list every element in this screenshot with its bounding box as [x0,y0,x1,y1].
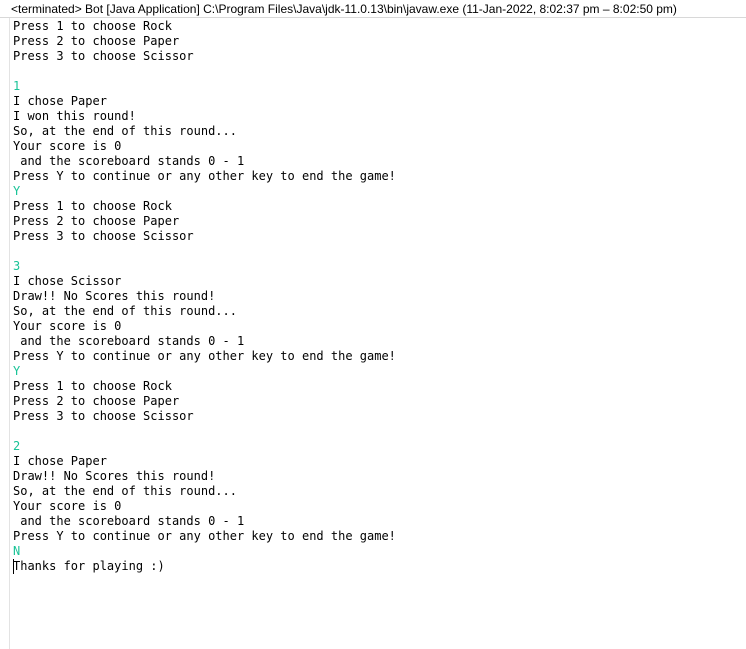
console-output[interactable]: Press 1 to choose Rock Press 2 to choose … [13,19,738,645]
console-output-line: I chose Paper [13,454,107,468]
console-output-line: Press 1 to choose Rock [13,199,172,213]
console-output-line: So, at the end of this round... [13,124,237,138]
console-output-line: Your score is 0 [13,139,122,153]
console-title: <terminated> Bot [Java Application] C:\P… [11,2,677,16]
console-output-line: Thanks for playing :) [13,559,165,573]
console-output-line: I chose Paper [13,94,107,108]
console-output-line: So, at the end of this round... [13,484,237,498]
console-output-line [13,64,738,79]
console-input-line: 1 [13,79,21,93]
console-output-line: Press 3 to choose Scissor [13,409,194,423]
console-gutter [0,18,10,649]
console-output-line: Draw!! No Scores this round! [13,289,216,303]
console-output-line: Press 1 to choose Rock [13,379,172,393]
console-input-line: N [13,544,21,558]
console-title-bar: <terminated> Bot [Java Application] C:\P… [0,0,746,18]
console-view: <terminated> Bot [Java Application] C:\P… [0,0,746,649]
console-output-line [13,424,738,439]
console-output-line: So, at the end of this round... [13,304,237,318]
console-output-line: Press 2 to choose Paper [13,214,180,228]
console-output-line: and the scoreboard stands 0 - 1 [13,154,245,168]
console-output-line: and the scoreboard stands 0 - 1 [13,334,245,348]
console-input-line: 2 [13,439,21,453]
console-output-line: Press Y to continue or any other key to … [13,529,396,543]
console-input-line: 3 [13,259,21,273]
console-input-line: Y [13,184,21,198]
console-output-line: Press 1 to choose Rock [13,19,172,33]
console-output-line [13,244,738,259]
console-output-line: I won this round! [13,109,136,123]
console-output-line: Press 2 to choose Paper [13,34,180,48]
console-output-line: Press Y to continue or any other key to … [13,349,396,363]
console-output-line: Press 2 to choose Paper [13,394,180,408]
console-output-line: Press 3 to choose Scissor [13,49,194,63]
text-caret [13,559,14,574]
console-output-line: Your score is 0 [13,319,122,333]
console-output-line: Your score is 0 [13,499,122,513]
console-output-line: Press 3 to choose Scissor [13,229,194,243]
console-input-line: Y [13,364,21,378]
console-output-line: Draw!! No Scores this round! [13,469,216,483]
console-output-line: I chose Scissor [13,274,122,288]
console-output-line: Press Y to continue or any other key to … [13,169,396,183]
console-output-line: and the scoreboard stands 0 - 1 [13,514,245,528]
